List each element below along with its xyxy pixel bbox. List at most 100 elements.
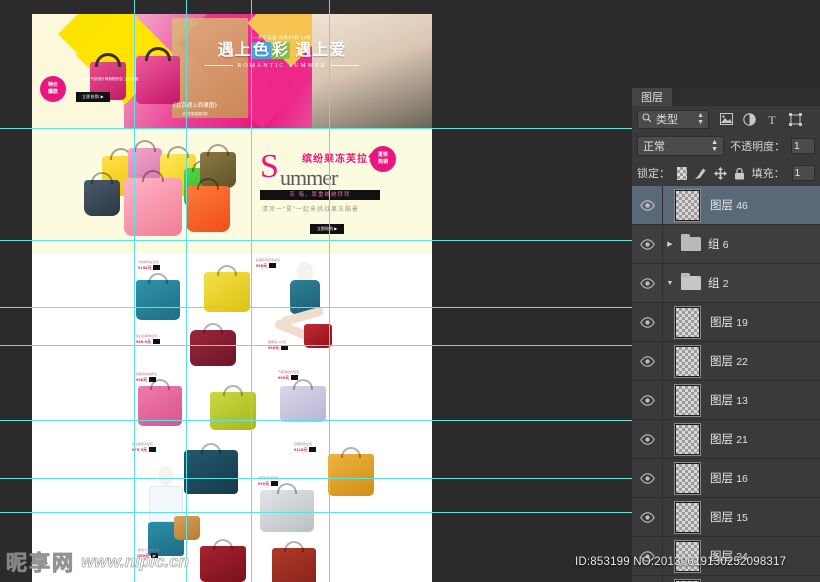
product-grid: 时尚新款女包包 ¥158元 欧美风真皮手提包 ¥98元 复古百搭单肩包 ¥89.… <box>32 254 432 582</box>
layer-thumbnail[interactable] <box>668 461 706 495</box>
guide-vertical[interactable] <box>329 0 330 582</box>
filter-type-dropdown[interactable]: 类型 ▲ ▼ <box>637 109 709 129</box>
badge-line-1: 特价 <box>47 82 58 88</box>
chevron-right-icon[interactable]: ▶ <box>662 240 678 248</box>
layer-thumbnail[interactable] <box>668 305 706 339</box>
layers-panel[interactable]: 图层 类型 ▲ ▼ T 正常 ▲ ▼ 不透明度： 1 锁定： 填充： 1 图层 … <box>632 88 820 582</box>
banner-description: 每天新的气质说什得到阳的包 工作出格 <box>76 77 139 81</box>
headline-highlight-1: 色 <box>251 42 271 59</box>
layer-visibility-eye-icon[interactable] <box>632 238 662 250</box>
layer-name[interactable]: 图层 16 <box>706 470 748 486</box>
document-canvas[interactable]: 一点个温柔 同舟91秒 10秒 遇上色彩 遇上爱 ROMANTIC SUMMER… <box>32 14 432 582</box>
pixel-layer-filter-icon[interactable] <box>719 112 733 126</box>
guide-horizontal[interactable] <box>0 345 632 346</box>
layer-name[interactable]: 图层 22 <box>706 353 748 369</box>
layer-name[interactable]: 图层 21 <box>706 431 748 447</box>
banner-text-block: 一点个温柔 同舟91秒 10秒 遇上色彩 遇上爱 ROMANTIC SUMMER <box>192 34 372 71</box>
guide-horizontal[interactable] <box>0 128 632 129</box>
product-model-1 <box>268 260 342 368</box>
layer-name[interactable]: 图层 15 <box>706 509 748 525</box>
layer-row[interactable]: 图层 46 <box>632 186 820 225</box>
chevron-down-icon[interactable]: ▼ <box>662 280 678 287</box>
layer-thumbnail[interactable] <box>668 500 706 534</box>
image-id-text: ID:853199 NO:20130619130252098317 <box>575 556 787 568</box>
layer-list[interactable]: 图层 46 ▶ 组 6 ▼ 组 2 图层 19 图层 22 图层 13 图层 21 图层 16 图层… <box>632 186 820 582</box>
layer-thumbnail[interactable] <box>668 188 706 222</box>
banner-headline: 遇上色彩 遇上爱 <box>192 41 372 61</box>
folder-icon <box>678 234 704 251</box>
layer-visibility-eye-icon[interactable] <box>632 355 662 367</box>
layer-row[interactable]: 图层 21 <box>632 420 820 459</box>
guide-horizontal[interactable] <box>0 478 632 479</box>
guide-horizontal[interactable] <box>0 307 632 308</box>
guide-horizontal[interactable] <box>0 512 632 513</box>
product-cell: 时尚新款女包包 ¥158元 <box>138 260 161 271</box>
opacity-value[interactable]: 1 <box>791 138 815 154</box>
type-layer-filter-icon[interactable]: T <box>765 112 779 126</box>
layer-name[interactable]: 图层 46 <box>706 197 748 213</box>
guide-vertical[interactable] <box>186 0 187 582</box>
layer-thumbnail[interactable] <box>668 383 706 417</box>
layer-row[interactable]: 图层 16 <box>632 459 820 498</box>
product-price: ¥75.9元 <box>132 447 156 453</box>
layer-visibility-eye-icon[interactable] <box>632 433 662 445</box>
layer-name[interactable]: 组 2 <box>704 275 729 291</box>
row-divider <box>662 186 663 224</box>
watermark: 昵享网 www.nipic.cn <box>0 542 330 582</box>
lock-image-pixels-icon[interactable] <box>694 167 707 180</box>
watermark-url: www.nipic.cn <box>81 552 190 572</box>
folder-icon <box>678 273 704 290</box>
lock-transparent-pixels-icon[interactable] <box>677 166 687 180</box>
layer-visibility-eye-icon[interactable] <box>632 472 662 484</box>
layer-visibility-eye-icon[interactable] <box>632 277 662 289</box>
blend-mode-row[interactable]: 正常 ▲ ▼ 不透明度： 1 <box>632 132 820 160</box>
lock-label: 锁定： <box>637 168 670 180</box>
photoshop-canvas-workspace[interactable]: 一点个温柔 同舟91秒 10秒 遇上色彩 遇上爱 ROMANTIC SUMMER… <box>0 0 632 582</box>
product-bag-silver <box>260 483 314 532</box>
layer-row[interactable]: 图层 13 <box>632 381 820 420</box>
adjustment-layer-filter-icon[interactable] <box>742 112 756 126</box>
guide-horizontal[interactable] <box>0 420 632 421</box>
row-divider <box>662 459 663 497</box>
layer-visibility-eye-icon[interactable] <box>632 394 662 406</box>
layer-row[interactable]: 图层 19 <box>632 303 820 342</box>
lock-position-icon[interactable] <box>713 166 727 180</box>
panel-tab-bar[interactable]: 图层 <box>632 88 820 106</box>
layer-visibility-eye-icon[interactable] <box>632 511 662 523</box>
guide-vertical[interactable] <box>251 0 252 582</box>
blend-mode-value: 正常 <box>643 141 665 153</box>
jelly-bag-navy <box>84 172 120 216</box>
jelly-season-seal: 夏季 热销 <box>370 146 396 172</box>
layer-name[interactable]: 图层 19 <box>706 314 748 330</box>
banner-cta-button[interactable]: 立即抢购 ▶ <box>76 92 110 102</box>
jelly-cta-button[interactable]: 立即抢购 ▶ <box>310 224 345 234</box>
layer-thumbnail[interactable] <box>668 422 706 456</box>
product-cell: 经典纯色女包 ¥118元 <box>294 442 316 453</box>
layer-row[interactable]: 图层 22 <box>632 342 820 381</box>
shape-layer-filter-icon[interactable] <box>788 112 802 126</box>
layer-row[interactable]: 图层 20 <box>632 576 820 582</box>
lock-all-icon[interactable] <box>734 167 745 180</box>
layer-name[interactable]: 图层 13 <box>706 392 748 408</box>
guide-vertical[interactable] <box>134 0 135 582</box>
product-price: ¥99元 <box>278 375 299 381</box>
blend-mode-dropdown[interactable]: 正常 ▲ ▼ <box>637 136 725 156</box>
guide-horizontal[interactable] <box>0 240 632 241</box>
layer-filter-row[interactable]: 类型 ▲ ▼ T <box>632 106 820 132</box>
fill-value[interactable]: 1 <box>791 165 815 181</box>
couple-photo <box>312 14 432 128</box>
layer-name[interactable]: 组 6 <box>704 236 729 252</box>
layer-row[interactable]: ▶ 组 6 <box>632 225 820 264</box>
layer-thumbnail[interactable] <box>668 344 706 378</box>
layer-row[interactable]: 图层 15 <box>632 498 820 537</box>
row-divider <box>662 381 663 419</box>
filter-icon-group[interactable]: T <box>719 112 802 126</box>
badge-line-2: 爆款 <box>47 89 58 95</box>
product-bag-teal <box>136 273 180 320</box>
tab-layers[interactable]: 图层 <box>632 88 673 106</box>
layer-visibility-eye-icon[interactable] <box>632 316 662 328</box>
layer-row[interactable]: ▼ 组 2 <box>632 264 820 303</box>
opacity-label: 不透明度： <box>730 141 786 153</box>
layer-visibility-eye-icon[interactable] <box>632 199 662 211</box>
lock-row[interactable]: 锁定： 填充： 1 <box>632 160 820 186</box>
